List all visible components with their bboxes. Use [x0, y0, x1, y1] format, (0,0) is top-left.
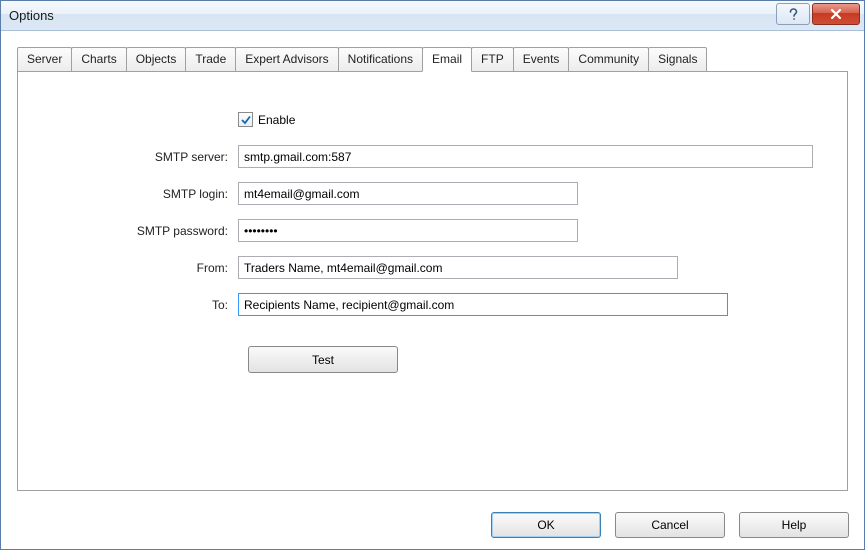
dialog-button-bar: OK Cancel Help	[491, 512, 849, 538]
from-input[interactable]	[238, 256, 678, 279]
smtp-password-label: SMTP password:	[48, 224, 238, 238]
checkmark-icon	[240, 114, 252, 126]
smtp-server-label: SMTP server:	[48, 150, 238, 164]
smtp-server-input[interactable]	[238, 145, 813, 168]
smtp-login-row: SMTP login:	[48, 182, 817, 205]
close-button[interactable]	[812, 3, 860, 25]
tab-objects[interactable]: Objects	[126, 47, 187, 71]
tab-ftp[interactable]: FTP	[471, 47, 514, 71]
smtp-login-label: SMTP login:	[48, 187, 238, 201]
tab-notifications[interactable]: Notifications	[338, 47, 423, 71]
help-button[interactable]: Help	[739, 512, 849, 538]
enable-label: Enable	[258, 113, 295, 127]
window-controls	[776, 3, 860, 25]
tab-strip: Server Charts Objects Trade Expert Advis…	[17, 47, 848, 71]
close-icon	[830, 8, 842, 20]
tab-community[interactable]: Community	[568, 47, 649, 71]
titlebar: Options	[1, 1, 864, 31]
smtp-password-row: SMTP password:	[48, 219, 817, 242]
from-label: From:	[48, 261, 238, 275]
help-icon-button[interactable]	[776, 3, 810, 25]
cancel-button[interactable]: Cancel	[615, 512, 725, 538]
tab-server[interactable]: Server	[17, 47, 72, 71]
from-row: From:	[48, 256, 817, 279]
smtp-login-input[interactable]	[238, 182, 578, 205]
tab-charts[interactable]: Charts	[71, 47, 126, 71]
tab-panel-email: Enable SMTP server: SMTP login: SMTP pas…	[17, 71, 848, 491]
to-row: To:	[48, 293, 817, 316]
tab-signals[interactable]: Signals	[648, 47, 707, 71]
smtp-password-input[interactable]	[238, 219, 578, 242]
tab-expert-advisors[interactable]: Expert Advisors	[235, 47, 338, 71]
tab-container: Server Charts Objects Trade Expert Advis…	[17, 47, 848, 491]
tab-events[interactable]: Events	[513, 47, 570, 71]
to-input[interactable]	[238, 293, 728, 316]
ok-button[interactable]: OK	[491, 512, 601, 538]
test-button[interactable]: Test	[248, 346, 398, 373]
to-label: To:	[48, 298, 238, 312]
question-icon	[788, 8, 799, 21]
smtp-server-row: SMTP server:	[48, 145, 817, 168]
window-title: Options	[9, 8, 54, 23]
tab-trade[interactable]: Trade	[185, 47, 236, 71]
enable-checkbox[interactable]	[238, 112, 253, 127]
tab-email[interactable]: Email	[422, 47, 472, 72]
test-row: Test	[248, 346, 817, 373]
enable-row: Enable	[238, 112, 817, 127]
dialog-content: Server Charts Objects Trade Expert Advis…	[1, 31, 864, 491]
